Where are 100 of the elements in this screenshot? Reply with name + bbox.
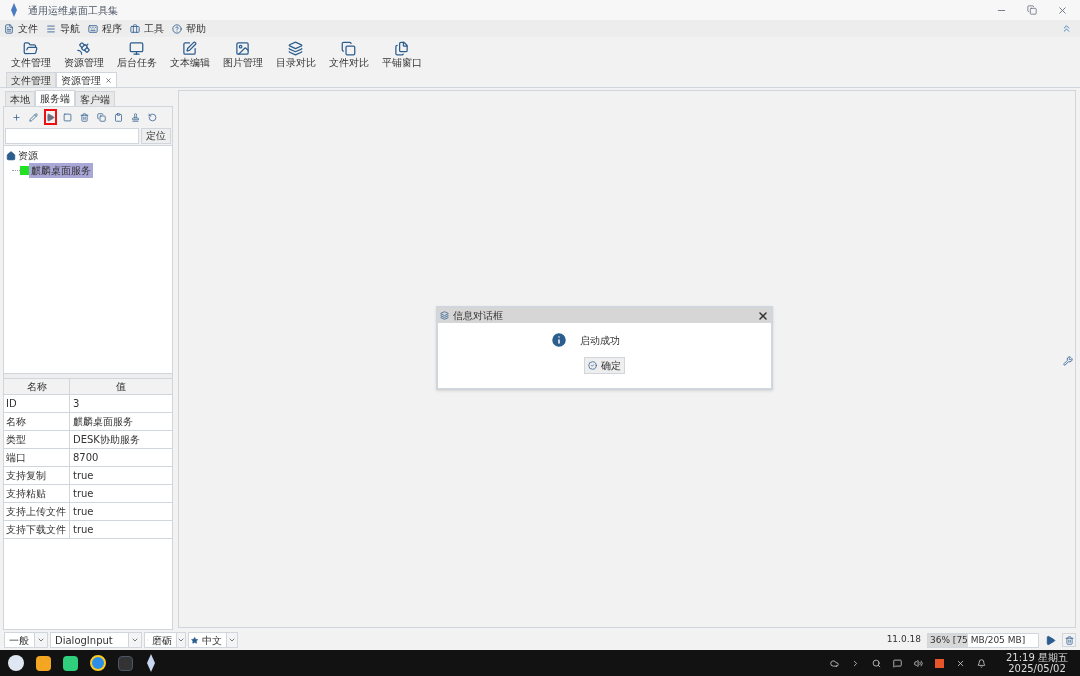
- close-icon[interactable]: [1057, 4, 1068, 16]
- image-icon: [235, 41, 250, 56]
- briefcase-icon: [130, 23, 140, 34]
- stop-icon: [63, 112, 72, 122]
- search-icon[interactable]: [872, 658, 881, 668]
- notification-icon[interactable]: [977, 658, 986, 668]
- locate-button[interactable]: 定位: [141, 128, 171, 144]
- dialog-icon: [440, 311, 449, 320]
- monitor-icon: [129, 41, 144, 56]
- table-cell: ID: [4, 395, 70, 412]
- table-cell: 支持上传文件: [4, 503, 70, 520]
- app-logo-icon[interactable]: [145, 654, 157, 672]
- menu-item[interactable]: 文件: [4, 21, 38, 36]
- launcher-icon[interactable]: [8, 655, 24, 671]
- app-icon[interactable]: [63, 655, 78, 671]
- toolbar-button[interactable]: 目录对比: [269, 41, 322, 68]
- ok-button[interactable]: 确定: [584, 357, 625, 374]
- column-header[interactable]: 值: [70, 379, 172, 394]
- table-cell-text: DESK协助服务: [72, 433, 141, 447]
- dropdown[interactable]: 中文: [188, 632, 238, 648]
- keyboard-icon: [88, 23, 98, 34]
- tool-button[interactable]: [44, 109, 57, 125]
- check-icon: [588, 361, 597, 370]
- dropdown-value: DialogInput: [54, 633, 114, 648]
- terminal-icon[interactable]: [118, 655, 133, 671]
- toolbar-button[interactable]: 图片管理: [216, 41, 269, 68]
- toolbar-button[interactable]: 后台任务: [110, 41, 163, 68]
- tree-item[interactable]: 麒麟桌面服务: [29, 163, 93, 178]
- chat-icon[interactable]: [893, 658, 902, 668]
- restore-icon[interactable]: [1027, 5, 1037, 15]
- document-tab[interactable]: 资源管理: [56, 72, 117, 87]
- menu-item[interactable]: 导航: [46, 21, 80, 36]
- app-icon[interactable]: [36, 655, 51, 671]
- dropdown[interactable]: DialogInput: [50, 632, 142, 648]
- document-tab[interactable]: 文件管理: [6, 72, 56, 87]
- table-cell-text: 麒麟桌面服务: [72, 415, 134, 429]
- table-cell: 端口: [4, 449, 70, 466]
- table-cell: 类型: [4, 431, 70, 448]
- dropdown[interactable]: 一般: [4, 632, 48, 648]
- table-cell: 支持粘贴: [4, 485, 70, 502]
- close-tab-icon[interactable]: [105, 76, 112, 84]
- pencil-icon: [29, 112, 38, 122]
- table-cell-text: true: [72, 523, 95, 537]
- dialog-title: 信息对话框: [453, 309, 504, 323]
- star-icon: [191, 635, 199, 645]
- panel-tab[interactable]: 服务端: [35, 90, 75, 106]
- help-icon: [172, 23, 182, 34]
- dropdown[interactable]: 磨砺: [144, 632, 186, 648]
- edit-icon: [182, 41, 197, 56]
- paste-icon: [114, 112, 123, 122]
- trash-icon[interactable]: [1064, 635, 1074, 645]
- panel-tab[interactable]: 本地: [5, 91, 35, 106]
- folder-icon: [23, 41, 38, 56]
- table-cell-text: 3: [72, 397, 81, 411]
- stamp-icon: [131, 112, 140, 122]
- server-icon: [20, 166, 29, 175]
- search-field[interactable]: [5, 128, 139, 144]
- window-title: 通用运维桌面工具集: [28, 3, 118, 18]
- panel-tab[interactable]: 客户端: [75, 91, 115, 106]
- app-tray-icon[interactable]: [935, 658, 944, 668]
- app-icon[interactable]: [90, 655, 106, 671]
- home-icon: [6, 150, 16, 161]
- copy-icon: [97, 112, 106, 122]
- toolbar-button[interactable]: 资源管理: [57, 41, 110, 68]
- tree-item[interactable]: 资源: [6, 148, 172, 163]
- table-cell-text: true: [72, 505, 95, 519]
- caret-icon: [37, 636, 45, 644]
- menu-item[interactable]: 程序: [88, 21, 122, 36]
- close-icon[interactable]: [757, 309, 769, 322]
- tab-label: 文件管理: [11, 73, 51, 88]
- toolbar-button[interactable]: 文本编辑: [163, 41, 216, 68]
- clock-time: 21:19 星期五: [1006, 652, 1068, 663]
- menu-item[interactable]: 帮助: [172, 21, 206, 36]
- collapse-icon[interactable]: [1061, 23, 1072, 34]
- wrench-icon[interactable]: [1063, 356, 1073, 366]
- menu-item[interactable]: 工具: [130, 21, 164, 36]
- play-icon[interactable]: [1045, 634, 1056, 646]
- table-cell-text: true: [72, 487, 95, 501]
- file-icon: [4, 23, 14, 34]
- copy-icon: [341, 41, 356, 56]
- memory-reading: 36% [75 MB/205 MB]: [929, 635, 1027, 645]
- toolbar-button[interactable]: 文件对比: [322, 41, 375, 68]
- play-icon: [46, 112, 55, 122]
- table-cell-text: 8700: [72, 451, 100, 465]
- x-icon[interactable]: [956, 658, 965, 668]
- version-label: 11.0.18: [886, 633, 921, 647]
- dropdown-value: 一般: [8, 633, 30, 648]
- toolbar-button[interactable]: 平铺窗口: [375, 41, 428, 68]
- tab-label: 资源管理: [61, 73, 101, 88]
- column-header[interactable]: 名称: [4, 379, 70, 394]
- menu-icon: [46, 23, 56, 34]
- dropdown-value: 中文: [201, 633, 224, 648]
- volume-icon[interactable]: [914, 658, 923, 668]
- chevron-icon[interactable]: [851, 658, 860, 668]
- table-cell: 支持复制: [4, 467, 70, 484]
- toolbar-button[interactable]: 文件管理: [4, 41, 57, 68]
- satellite-icon: [76, 41, 91, 56]
- table-cell: 支持下载文件: [4, 521, 70, 538]
- app-logo-icon: [8, 3, 20, 17]
- cloud-icon[interactable]: [830, 658, 839, 668]
